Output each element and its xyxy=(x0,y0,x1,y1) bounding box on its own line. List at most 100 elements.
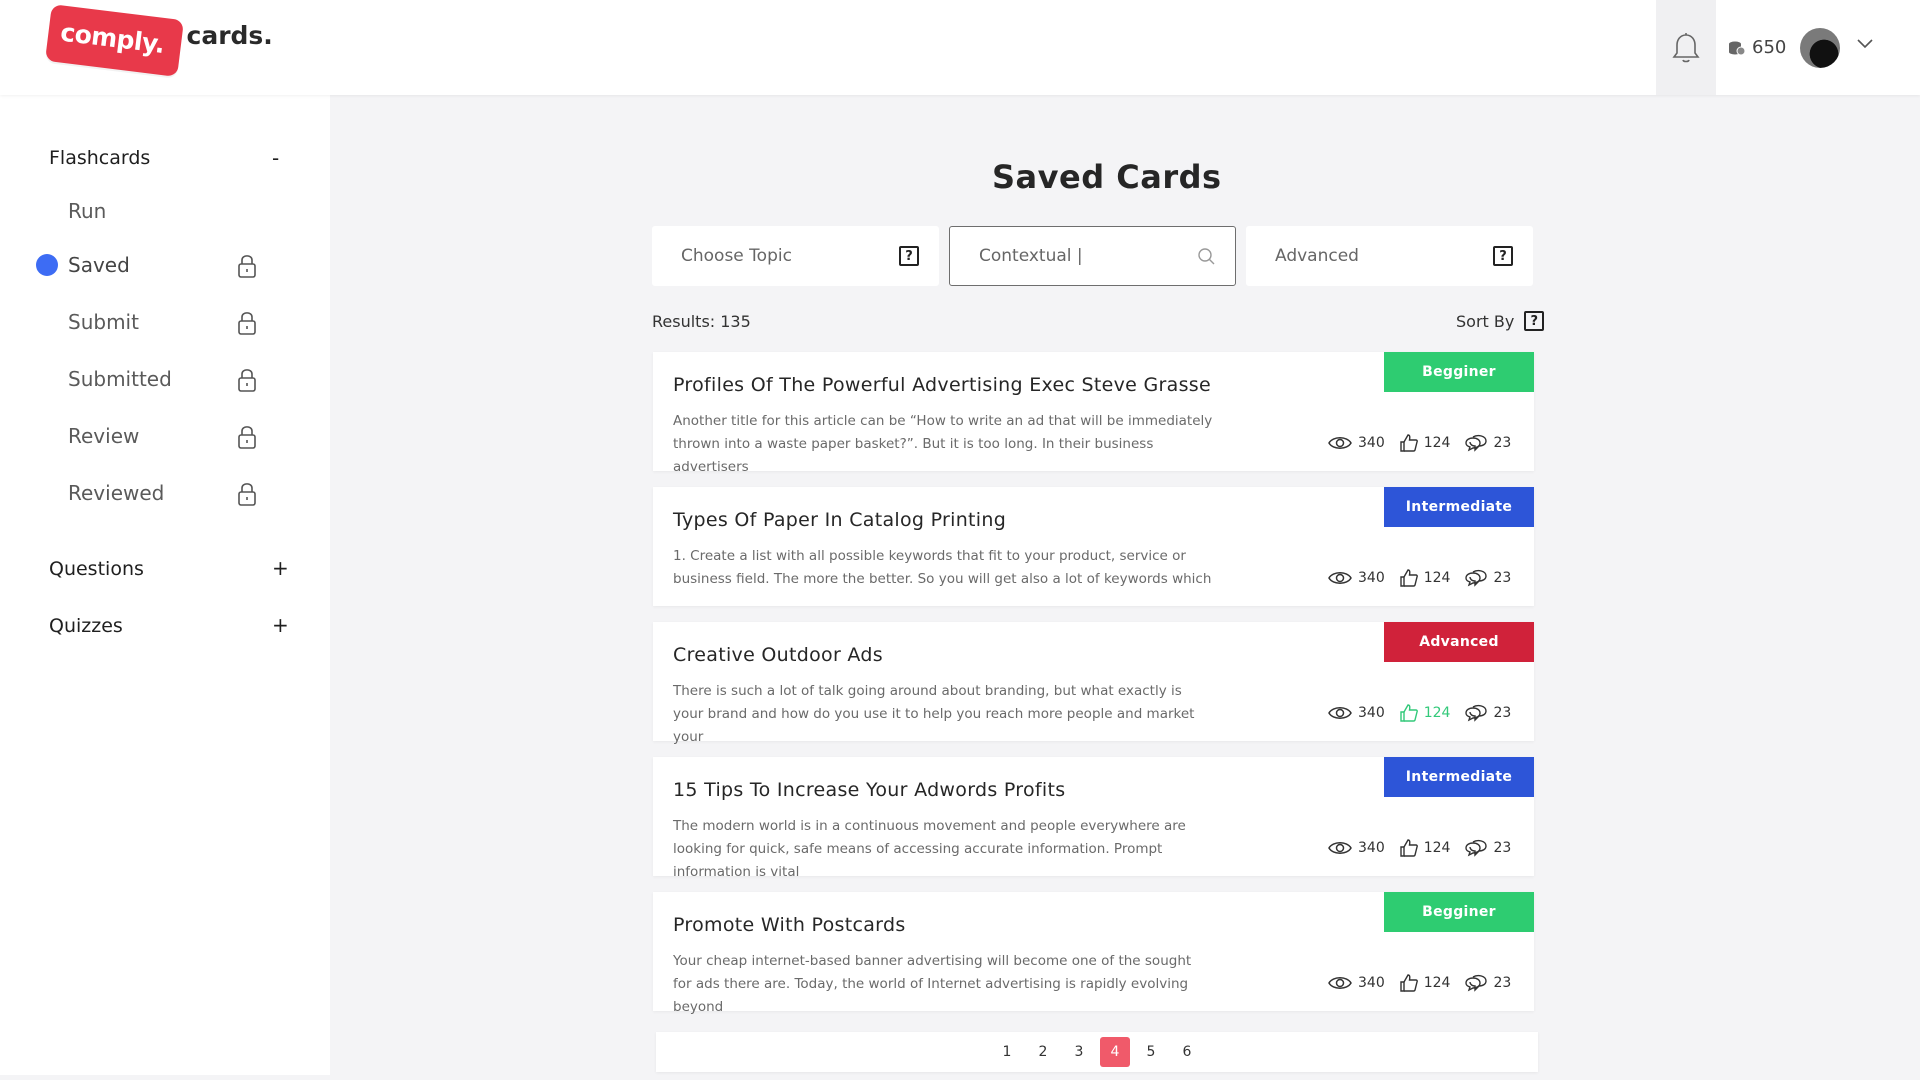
likes-stat[interactable]: 124 xyxy=(1400,569,1451,587)
card-title[interactable]: Profiles Of The Powerful Advertising Exe… xyxy=(673,374,1211,396)
flashcard[interactable]: Profiles Of The Powerful Advertising Exe… xyxy=(653,352,1534,475)
likes-count: 124 xyxy=(1423,840,1451,856)
page-3[interactable]: 3 xyxy=(1064,1037,1094,1067)
flashcard[interactable]: Creative Outdoor Ads There is such a lot … xyxy=(653,622,1534,745)
sidebar-item-saved[interactable]: Saved xyxy=(68,253,130,277)
thumbs-up-icon[interactable] xyxy=(1400,434,1418,452)
card-title[interactable]: Promote With Postcards xyxy=(673,914,906,936)
sidebar-item-submit[interactable]: Submit xyxy=(68,310,139,334)
page-4-current[interactable]: 4 xyxy=(1100,1037,1130,1067)
sidebar: Flashcards - Run Saved Submit Submitted … xyxy=(0,95,330,1075)
sidebar-section-questions[interactable]: Questions xyxy=(49,558,144,580)
sidebar-section-flashcards[interactable]: Flashcards xyxy=(49,147,150,169)
logo[interactable]: comply. cards. xyxy=(45,4,273,77)
eye-icon xyxy=(1328,707,1352,719)
card-title[interactable]: Types Of Paper In Catalog Printing xyxy=(673,509,1006,531)
page-6[interactable]: 6 xyxy=(1172,1037,1202,1067)
search-input-value: Contextual | xyxy=(979,246,1083,266)
page-title: Saved Cards xyxy=(992,158,1222,196)
lock-icon xyxy=(238,369,256,392)
thumbs-up-icon[interactable] xyxy=(1400,974,1418,992)
card-title[interactable]: 15 Tips To Increase Your Adwords Profits xyxy=(673,779,1065,801)
likes-stat[interactable]: 124 xyxy=(1400,434,1451,452)
expand-toggle[interactable]: + xyxy=(272,613,289,637)
bell-icon xyxy=(1672,32,1700,62)
help-icon[interactable]: ? xyxy=(1524,311,1545,331)
views-stat: 340 xyxy=(1328,975,1385,991)
lock-icon xyxy=(238,426,256,449)
help-icon[interactable]: ? xyxy=(1493,246,1513,266)
pagination: 1 2 3 4 5 6 xyxy=(656,1032,1538,1072)
expand-toggle[interactable]: + xyxy=(272,556,289,580)
sidebar-item-submitted[interactable]: Submitted xyxy=(68,367,172,391)
thumbs-up-icon[interactable] xyxy=(1400,839,1418,857)
flashcard[interactable]: Promote With Postcards Your cheap interne… xyxy=(653,892,1534,1015)
likes-count: 124 xyxy=(1423,435,1451,451)
views-stat: 340 xyxy=(1328,705,1385,721)
likes-count: 124 xyxy=(1423,570,1451,586)
sort-by-label: Sort By xyxy=(1456,311,1515,331)
active-indicator-dot xyxy=(36,254,58,276)
lock-icon xyxy=(238,312,256,335)
comments-stat[interactable]: 23 xyxy=(1465,569,1511,587)
comments-count: 23 xyxy=(1493,705,1512,721)
flashcard[interactable]: 15 Tips To Increase Your Adwords Profits… xyxy=(653,757,1534,880)
card-stats: 340 124 23 xyxy=(1328,569,1526,587)
page-1[interactable]: 1 xyxy=(992,1037,1022,1067)
lock-icon xyxy=(238,255,256,278)
views-count: 340 xyxy=(1358,570,1385,586)
sidebar-section-quizzes[interactable]: Quizzes xyxy=(49,615,123,637)
top-header: comply. cards. 650 xyxy=(0,0,1920,95)
level-badge: Advanced xyxy=(1384,622,1534,662)
search-input[interactable]: Contextual | xyxy=(949,226,1236,286)
comments-stat[interactable]: 23 xyxy=(1465,434,1511,452)
comments-icon[interactable] xyxy=(1465,704,1488,722)
card-stats: 340 124 23 xyxy=(1328,434,1526,452)
notifications-button[interactable] xyxy=(1656,0,1716,95)
comments-icon[interactable] xyxy=(1465,974,1488,992)
sidebar-item-run[interactable]: Run xyxy=(68,199,106,223)
avatar[interactable] xyxy=(1800,28,1840,68)
collapse-toggle[interactable]: - xyxy=(272,146,279,170)
card-title[interactable]: Creative Outdoor Ads xyxy=(673,644,883,666)
likes-count: 124 xyxy=(1423,975,1451,991)
help-icon[interactable]: ? xyxy=(899,246,919,266)
advanced-filter-label: Advanced xyxy=(1275,246,1359,266)
comments-icon[interactable] xyxy=(1465,434,1488,452)
comments-stat[interactable]: 23 xyxy=(1465,704,1511,722)
views-stat: 340 xyxy=(1328,435,1385,451)
comments-icon[interactable] xyxy=(1465,569,1488,587)
card-stats: 340 124 23 xyxy=(1328,704,1526,722)
level-badge: Intermediate xyxy=(1384,757,1534,797)
comments-stat[interactable]: 23 xyxy=(1465,974,1511,992)
level-badge: Begginer xyxy=(1384,352,1534,392)
card-description: Another title for this article can be “H… xyxy=(673,413,1213,475)
likes-stat[interactable]: 124 xyxy=(1400,974,1451,992)
sidebar-item-review[interactable]: Review xyxy=(68,424,139,448)
level-badge: Intermediate xyxy=(1384,487,1534,527)
topic-select[interactable]: Choose Topic ? xyxy=(652,226,939,286)
likes-stat[interactable]: 124 xyxy=(1400,704,1450,722)
coin-count: 650 xyxy=(1752,37,1787,58)
views-count: 340 xyxy=(1358,975,1385,991)
page-5[interactable]: 5 xyxy=(1136,1037,1166,1067)
level-badge: Begginer xyxy=(1384,892,1534,932)
card-description: The modern world is in a continuous move… xyxy=(673,818,1186,880)
advanced-filter-select[interactable]: Advanced ? xyxy=(1246,226,1533,286)
thumbs-up-icon[interactable] xyxy=(1400,704,1418,722)
sort-by-control[interactable]: Sort By ? xyxy=(1456,311,1545,331)
thumbs-up-icon[interactable] xyxy=(1400,569,1418,587)
chevron-down-icon[interactable] xyxy=(1856,38,1874,50)
comments-stat[interactable]: 23 xyxy=(1465,839,1511,857)
page-2[interactable]: 2 xyxy=(1028,1037,1058,1067)
eye-icon xyxy=(1328,977,1352,989)
results-count: Results: 135 xyxy=(652,312,751,331)
flashcard[interactable]: Types Of Paper In Catalog Printing 1. Cre… xyxy=(653,487,1534,606)
comments-count: 23 xyxy=(1493,435,1512,451)
views-stat: 340 xyxy=(1328,840,1385,856)
sidebar-item-reviewed[interactable]: Reviewed xyxy=(68,481,164,505)
logo-text: cards. xyxy=(186,21,273,50)
comments-icon[interactable] xyxy=(1465,839,1488,857)
search-icon[interactable] xyxy=(1197,247,1215,265)
likes-stat[interactable]: 124 xyxy=(1400,839,1451,857)
